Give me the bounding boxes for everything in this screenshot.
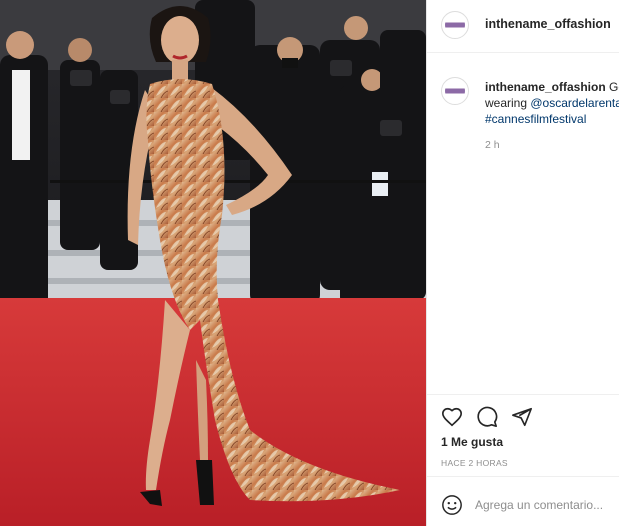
post-header: inthename_offashion	[427, 0, 619, 53]
like-count[interactable]: 1 Me gusta	[441, 435, 503, 449]
mention-link[interactable]: @oscardelarenta	[530, 96, 619, 110]
caption-timestamp: 2 h	[485, 139, 500, 151]
hashtag-link[interactable]: #cannesfilmfestival	[485, 112, 586, 126]
caption-wearing: wearing	[485, 96, 531, 110]
brand-avatar-icon[interactable]	[441, 11, 469, 39]
caption-text: Ge	[609, 80, 619, 94]
comment-input[interactable]	[475, 495, 615, 515]
comment-bar	[427, 476, 619, 527]
header-username[interactable]: inthename_offashion	[485, 17, 611, 31]
action-bar	[427, 394, 619, 435]
paper-plane-icon[interactable]	[511, 406, 533, 428]
post-age: HACE 2 HORAS	[441, 458, 508, 468]
instagram-post-view: inthename_offashion inthename_offashion …	[0, 0, 619, 526]
heart-icon[interactable]	[441, 406, 463, 428]
red-carpet-photo	[0, 0, 426, 526]
post-side-panel: inthename_offashion inthename_offashion …	[426, 0, 619, 526]
caption: inthename_offashion Ge wearing @oscardel…	[485, 79, 619, 127]
comment-bubble-icon[interactable]	[476, 406, 498, 428]
smiley-face-icon[interactable]	[441, 494, 463, 516]
post-photo[interactable]	[0, 0, 426, 526]
brand-avatar-icon[interactable]	[441, 77, 469, 105]
caption-username[interactable]: inthename_offashion	[485, 80, 606, 94]
